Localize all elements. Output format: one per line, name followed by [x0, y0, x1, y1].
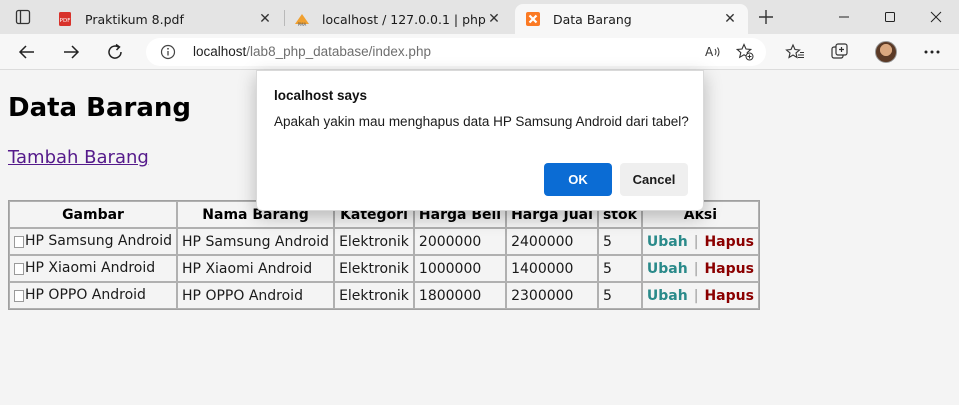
delete-link[interactable]: Hapus — [704, 288, 754, 304]
favorites-button[interactable] — [783, 40, 807, 64]
ok-button[interactable]: OK — [544, 163, 612, 196]
broken-image-icon — [14, 289, 24, 302]
item-actions-cell: Ubah | Hapus — [641, 282, 759, 309]
item-buy-price-cell: 1800000 — [413, 282, 507, 309]
action-separator: | — [693, 233, 699, 250]
svg-text:A: A — [705, 45, 714, 59]
url-text: localhost/lab8_php_database/index.php — [193, 44, 431, 59]
broken-image-icon — [14, 235, 24, 248]
phpmyadmin-icon: PMA — [294, 11, 310, 27]
table-row: HP OPPO Android HP OPPO Android Elektron… — [9, 282, 759, 309]
image-alt-text: HP OPPO Android — [25, 286, 146, 303]
item-stock-cell: 5 — [597, 282, 642, 309]
close-tab-icon[interactable]: ✕ — [486, 11, 502, 27]
item-category-cell: Elektronik — [334, 282, 414, 309]
item-actions-cell: Ubah | Hapus — [641, 255, 759, 282]
item-buy-price-cell: 2000000 — [413, 228, 507, 255]
item-image-cell: HP OPPO Android — [9, 282, 178, 309]
back-button[interactable] — [12, 37, 42, 67]
url-path: /lab8_php_database/index.php — [246, 44, 431, 59]
tab-strip: PDF Praktikum 8.pdf ✕ PMA localhost / 12… — [0, 0, 959, 34]
tab-praktikum-pdf[interactable]: PDF Praktikum 8.pdf ✕ — [47, 4, 283, 34]
svg-text:PDF: PDF — [60, 18, 71, 24]
item-image-cell: HP Xiaomi Android — [9, 255, 178, 282]
collections-icon — [831, 43, 848, 59]
image-alt-text: HP Xiaomi Android — [25, 259, 156, 276]
close-icon — [930, 11, 942, 23]
edit-link[interactable]: Ubah — [647, 234, 688, 250]
image-alt-text: HP Samsung Android — [25, 232, 173, 249]
minimize-icon — [839, 16, 849, 18]
address-bar[interactable]: localhost/lab8_php_database/index.php A — [146, 38, 766, 66]
tab-title: Praktikum 8.pdf — [85, 11, 184, 27]
broken-image: HP Xiaomi Android — [14, 260, 155, 276]
close-window-button[interactable] — [913, 0, 959, 34]
table-row: HP Xiaomi Android HP Xiaomi Android Elek… — [9, 255, 759, 282]
add-item-link[interactable]: Tambah Barang — [8, 147, 149, 168]
delete-link[interactable]: Hapus — [704, 261, 754, 277]
action-separator: | — [693, 287, 699, 304]
forward-button[interactable] — [56, 37, 86, 67]
tab-actions-button[interactable] — [8, 6, 38, 28]
minimize-button[interactable] — [821, 0, 867, 34]
more-icon — [924, 50, 940, 54]
svg-text:PMA: PMA — [298, 22, 307, 27]
reload-button[interactable] — [100, 37, 130, 67]
item-name-cell: HP OPPO Android — [177, 282, 335, 309]
broken-image: HP OPPO Android — [14, 287, 146, 303]
column-header: Gambar — [9, 201, 178, 228]
confirm-dialog: localhost says Apakah yakin mau menghapu… — [256, 70, 704, 211]
page-title: Data Barang — [8, 93, 192, 123]
close-tab-icon[interactable]: ✕ — [257, 11, 273, 27]
item-category-cell: Elektronik — [334, 255, 414, 282]
profile-avatar[interactable] — [875, 41, 897, 63]
item-category-cell: Elektronik — [334, 228, 414, 255]
reload-icon — [108, 43, 122, 59]
tab-phpmyadmin[interactable]: PMA localhost / 127.0.0.1 | phpMyAd ✕ — [284, 4, 512, 34]
action-separator: | — [693, 260, 699, 277]
plus-icon — [759, 10, 773, 24]
item-name-cell: HP Xiaomi Android — [177, 255, 335, 282]
tab-data-barang[interactable]: Data Barang ✕ — [515, 4, 748, 34]
pdf-icon: PDF — [57, 11, 73, 27]
item-image-cell: HP Samsung Android — [9, 228, 178, 255]
add-favorite-icon[interactable] — [734, 42, 756, 62]
item-sell-price-cell: 2400000 — [506, 228, 598, 255]
xampp-icon — [525, 11, 541, 27]
item-sell-price-cell: 1400000 — [506, 255, 598, 282]
delete-link[interactable]: Hapus — [704, 234, 754, 250]
close-tab-icon[interactable]: ✕ — [722, 11, 738, 27]
items-table: Gambar Nama Barang Kategori Harga Beli H… — [8, 200, 760, 310]
collections-button[interactable] — [828, 40, 852, 64]
edit-link[interactable]: Ubah — [647, 288, 688, 304]
edit-link[interactable]: Ubah — [647, 261, 688, 277]
tab-title: Data Barang — [553, 11, 632, 27]
item-sell-price-cell: 2300000 — [506, 282, 598, 309]
arrow-left-icon — [18, 45, 34, 59]
table-row: HP Samsung Android HP Samsung Android El… — [9, 228, 759, 255]
item-actions-cell: Ubah | Hapus — [641, 228, 759, 255]
arrow-right-icon — [64, 45, 80, 59]
cancel-button[interactable]: Cancel — [620, 163, 688, 196]
item-buy-price-cell: 1000000 — [413, 255, 507, 282]
browser-toolbar: localhost/lab8_php_database/index.php A — [0, 34, 959, 70]
item-name-cell: HP Samsung Android — [177, 228, 335, 255]
info-icon[interactable] — [160, 44, 176, 60]
settings-more-button[interactable] — [920, 40, 944, 64]
maximize-icon — [885, 12, 895, 22]
tab-title: localhost / 127.0.0.1 | phpMyAd — [322, 11, 486, 27]
dialog-title: localhost says — [274, 88, 368, 103]
item-stock-cell: 5 — [597, 255, 642, 282]
dialog-message: Apakah yakin mau menghapus data HP Samsu… — [274, 114, 689, 129]
url-host: localhost — [193, 44, 247, 59]
tab-actions-icon — [15, 9, 31, 25]
read-aloud-icon[interactable]: A — [702, 42, 724, 62]
broken-image-icon — [14, 262, 24, 275]
item-stock-cell: 5 — [597, 228, 642, 255]
maximize-button[interactable] — [867, 0, 913, 34]
favorites-icon — [785, 43, 804, 59]
broken-image: HP Samsung Android — [14, 233, 172, 249]
new-tab-button[interactable] — [752, 4, 780, 30]
